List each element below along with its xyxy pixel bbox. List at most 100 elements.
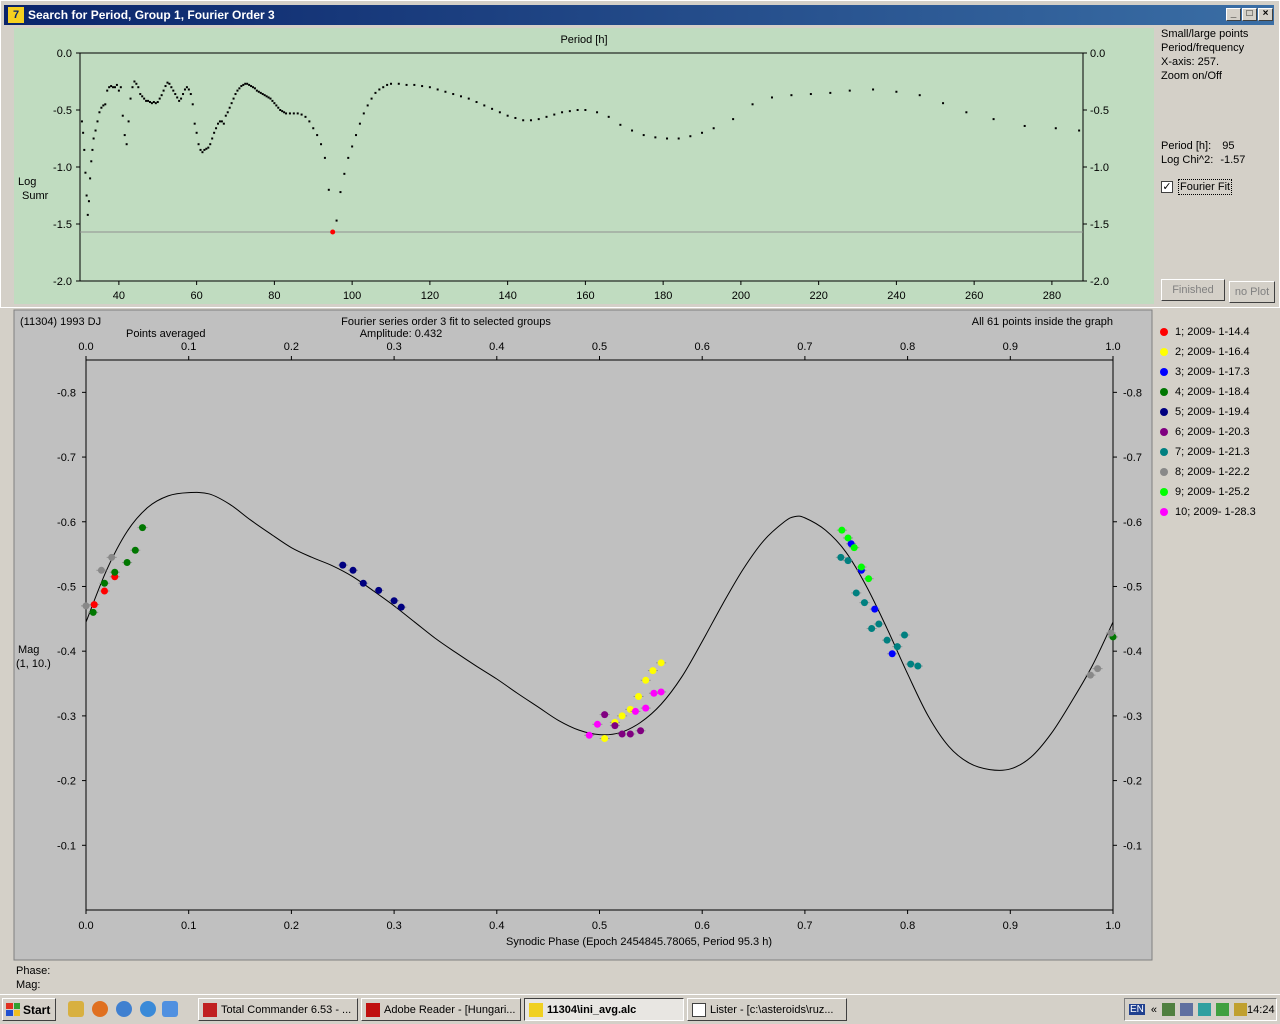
adobe-reader-icon [366,1002,380,1017]
data-point [611,722,619,730]
lc-x-tick-label-bottom: 0.2 [284,920,299,932]
floppy-icon [203,1002,217,1017]
data-point [123,559,131,567]
data-point [100,579,108,587]
legend-label: 1; 2009- 1-14.4 [1175,326,1250,338]
start-button[interactable]: Start [2,998,56,1021]
lc-x-tick-label-top: 0.8 [900,341,915,353]
lightcurve-chart[interactable]: (11304) 1993 DJ Points averaged Fourier … [0,0,1280,994]
legend-item: 2; 2009- 1-16.4 [1158,342,1278,362]
data-point [650,689,658,697]
legend-dot [1160,348,1168,356]
data-point [837,553,845,561]
lister-icon [692,1002,706,1017]
data-point [844,534,852,542]
start-label: Start [23,1002,51,1017]
legend-item: 3; 2009- 1-17.3 [1158,362,1278,382]
lc-y-tick-label-left: -0.2 [57,776,76,788]
mag-readout: Mag: [16,979,41,991]
lc-y-tick-label-left: -0.4 [57,646,76,658]
task-lister[interactable]: Lister - [c:\asteroids\ruz... [687,998,847,1021]
data-point [1094,665,1102,673]
legend-label: 9; 2009- 1-25.2 [1175,486,1250,498]
lc-y-tick-label-left: -0.1 [57,840,76,852]
task-total-commander[interactable]: Total Commander 6.53 - ... [198,998,358,1021]
y-axis-label-2: (1, 10.) [16,658,51,670]
lc-x-tick-label-bottom: 0.4 [489,920,504,932]
tray-chevron-icon[interactable]: « [1151,1004,1157,1016]
clock: 14:24 [1247,1003,1275,1016]
amplitude-label: Amplitude: 0.432 [360,328,443,340]
data-point [914,662,922,670]
tray-app-icon[interactable] [1216,1003,1230,1016]
lc-y-tick-label-right: -0.1 [1123,840,1142,852]
data-point [871,605,879,613]
legend-label: 5; 2009- 1-19.4 [1175,406,1250,418]
data-point [97,566,105,574]
tray-security-icon[interactable] [1198,1003,1212,1016]
tray-device-icon[interactable] [1180,1003,1194,1016]
legend-dot [1160,408,1168,416]
task-adobe-reader[interactable]: Adobe Reader - [Hungari... [361,998,521,1021]
data-point [626,730,634,738]
data-point [618,712,626,720]
lc-x-tick-label-top: 0.0 [78,341,93,353]
system-tray: EN « 14:24 [1124,998,1277,1021]
points-inside-label: All 61 points inside the graph [972,316,1113,328]
internet-explorer-icon[interactable] [140,1001,156,1017]
data-point [893,643,901,651]
legend-item: 7; 2009- 1-21.3 [1158,442,1278,462]
data-point [642,676,650,684]
data-point [649,667,657,675]
data-point [397,603,405,611]
points-averaged-label: Points averaged [126,328,206,340]
data-point [657,659,665,667]
lightcurve-panel [13,309,1153,961]
data-point [90,601,98,609]
data-point [349,566,357,574]
data-point [857,563,865,571]
lc-y-tick-label-left: -0.7 [57,452,76,464]
legend-item: 10; 2009- 1-28.3 [1158,502,1278,522]
tray-volume-icon[interactable] [1234,1003,1248,1016]
legend-label: 7; 2009- 1-21.3 [1175,446,1250,458]
taskbar: Start Total Commander 6.53 - ... Adobe R… [0,994,1280,1024]
lc-x-tick-label-top: 0.1 [181,341,196,353]
x-axis-label: Synodic Phase (Epoch 2454845.78065, Peri… [506,936,772,948]
lc-x-tick-label-bottom: 0.0 [78,920,93,932]
data-point [89,608,97,616]
data-point [844,557,852,565]
legend-dot [1160,488,1168,496]
lc-x-tick-label-top: 0.5 [592,341,607,353]
data-point [1086,671,1094,679]
legend-item: 6; 2009- 1-20.3 [1158,422,1278,442]
task-alc[interactable]: 11304\ini_avg.alc [524,998,684,1021]
firefox-icon[interactable] [92,1001,108,1017]
data-point [631,707,639,715]
legend-dot [1160,368,1168,376]
data-point [593,720,601,728]
phase-readout: Phase: [16,965,51,977]
data-point [131,546,139,554]
language-indicator[interactable]: EN [1129,1004,1145,1015]
data-point [82,602,90,610]
legend-dot [1160,508,1168,516]
windows-logo-icon [6,1003,20,1016]
lc-y-tick-label-right: -0.2 [1123,776,1142,788]
lc-x-tick-label-top: 0.7 [797,341,812,353]
lc-x-tick-label-bottom: 0.8 [900,920,915,932]
legend-item: 9; 2009- 1-25.2 [1158,482,1278,502]
data-point [852,589,860,597]
alc-app-icon [529,1002,543,1017]
lc-y-tick-label-left: -0.5 [57,581,76,593]
legend-item: 4; 2009- 1-18.4 [1158,382,1278,402]
lc-x-tick-label-bottom: 0.7 [797,920,812,932]
thunderbird-icon[interactable] [116,1001,132,1017]
quicklaunch-tool-icon[interactable] [68,1001,84,1017]
quicklaunch-app-icon[interactable] [162,1001,178,1017]
data-point [883,636,891,644]
legend-label: 10; 2009- 1-28.3 [1175,506,1256,518]
data-point [875,620,883,628]
data-point [108,553,116,561]
tray-network-icon[interactable] [1162,1003,1176,1016]
